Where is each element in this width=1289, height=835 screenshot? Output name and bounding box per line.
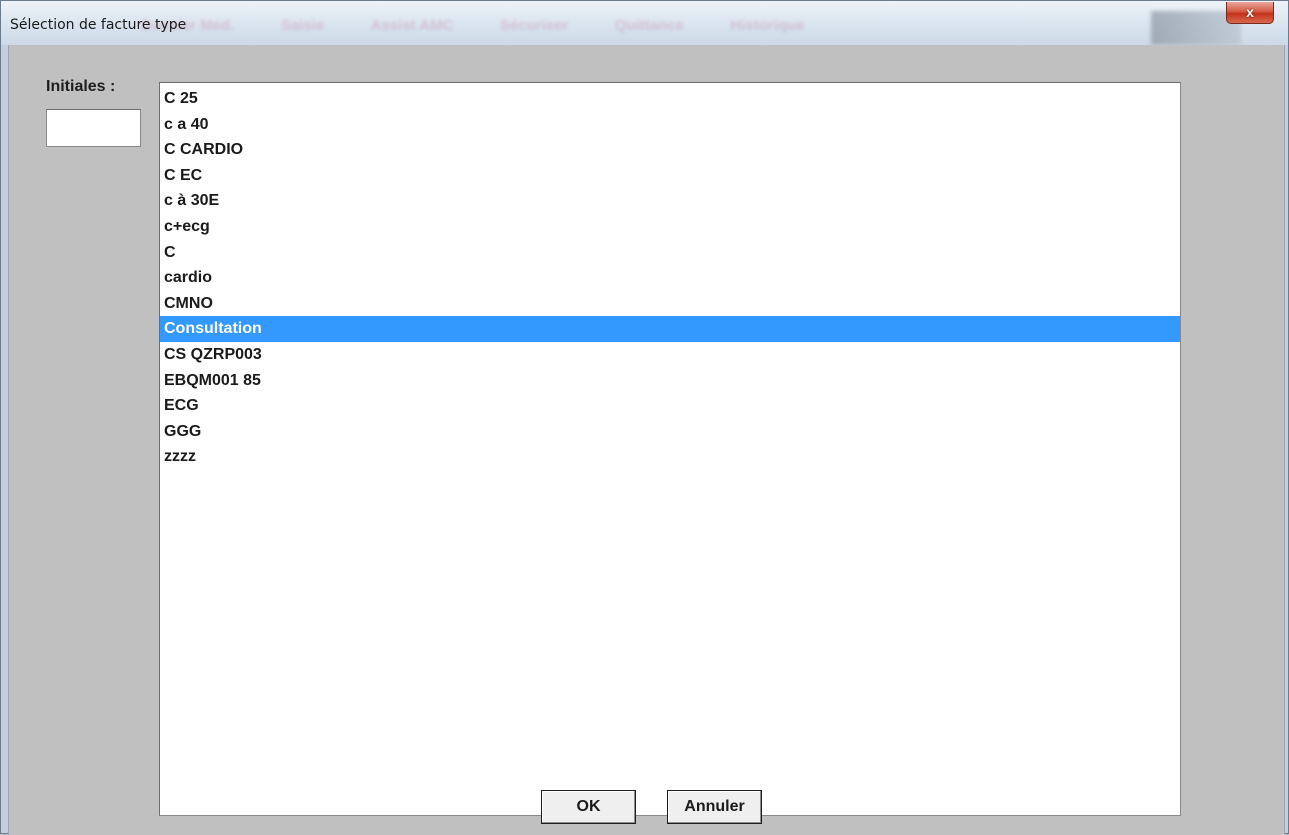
invoice-type-list[interactable]: C 25 c a 40 C CARDIO C EC c à 30E c+ecg … bbox=[159, 82, 1181, 816]
title-bar[interactable]: Dossier Med. Saisie Assist AMC Sécuriser… bbox=[1, 1, 1288, 45]
window-title: Sélection de facture type bbox=[10, 17, 187, 33]
list-item[interactable]: C EC bbox=[160, 163, 1180, 189]
cancel-button[interactable]: Annuler bbox=[667, 790, 762, 824]
background-menu-item: Assist AMC bbox=[370, 17, 454, 34]
close-button[interactable]: x bbox=[1226, 2, 1274, 24]
background-menu-item: Sécuriser bbox=[499, 17, 569, 34]
list-item[interactable]: CS QZRP003 bbox=[160, 342, 1180, 368]
list-item[interactable]: C CARDIO bbox=[160, 137, 1180, 163]
list-item[interactable]: EBQM001 85 bbox=[160, 368, 1180, 394]
list-item[interactable]: c a 40 bbox=[160, 112, 1180, 138]
list-item[interactable]: zzzz bbox=[160, 444, 1180, 470]
close-icon: x bbox=[1246, 4, 1254, 20]
background-menu: Dossier Med. Saisie Assist AMC Sécuriser… bbox=[141, 17, 847, 35]
initials-input[interactable] bbox=[46, 109, 141, 147]
list-item[interactable]: C bbox=[160, 240, 1180, 266]
background-menu-item: Saisie bbox=[280, 17, 325, 34]
list-item[interactable]: CMNO bbox=[160, 291, 1180, 317]
list-item[interactable]: ECG bbox=[160, 393, 1180, 419]
list-item[interactable]: C 25 bbox=[160, 86, 1180, 112]
background-menu-item: Quittance bbox=[614, 17, 684, 34]
initials-label: Initiales : bbox=[46, 78, 116, 95]
dialog-body: Initiales : C 25 c a 40 C CARDIO C EC c … bbox=[8, 45, 1285, 835]
list-item[interactable]: c à 30E bbox=[160, 188, 1180, 214]
dialog-window: Dossier Med. Saisie Assist AMC Sécuriser… bbox=[0, 0, 1289, 835]
list-item[interactable]: c+ecg bbox=[160, 214, 1180, 240]
list-item[interactable]: GGG bbox=[160, 419, 1180, 445]
list-item[interactable]: cardio bbox=[160, 265, 1180, 291]
background-menu-item: Historique bbox=[730, 17, 805, 34]
list-item-selected[interactable]: Consultation bbox=[160, 316, 1180, 342]
ok-button[interactable]: OK bbox=[541, 790, 636, 824]
